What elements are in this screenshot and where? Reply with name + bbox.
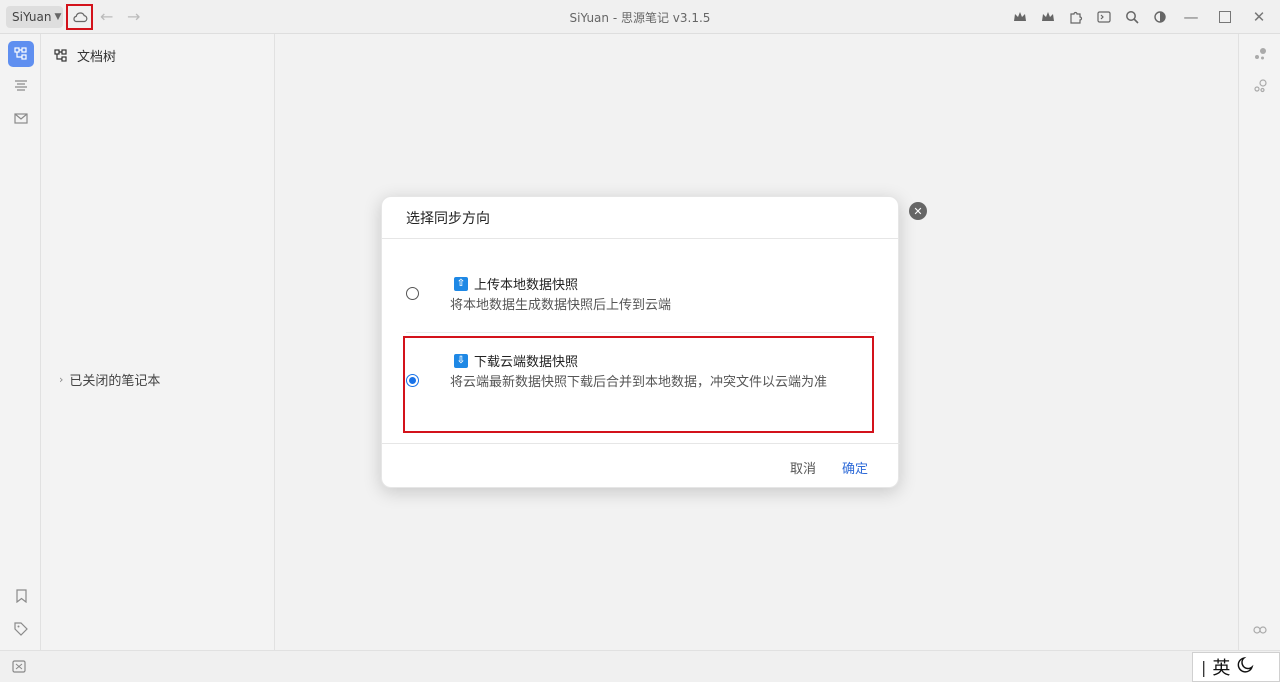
ime-indicator[interactable]: | 英 [1192, 652, 1280, 682]
option-download-label: 下载云端数据快照 [474, 355, 579, 370]
dialog-title: 选择同步方向 [382, 197, 898, 239]
ime-cursor-icon: | [1201, 657, 1207, 677]
terminal-icon[interactable] [1094, 7, 1114, 27]
title-bar: SiYuan ▼ ← → SiYuan - 思源笔记 v3.1.5 — ✕ [0, 0, 1280, 34]
bookmark-icon[interactable] [8, 583, 34, 609]
tree-header-label: 文档树 [77, 50, 117, 65]
link-icon[interactable] [1248, 618, 1272, 642]
contrast-icon[interactable] [1150, 7, 1170, 27]
panel-toggle-icon[interactable] [12, 660, 26, 677]
option-download-desc: 将云端最新数据快照下载后合并到本地数据，冲突文件以云端为准 [450, 375, 828, 390]
chevron-right-icon: › [59, 373, 64, 386]
radio-upload[interactable] [406, 287, 419, 300]
file-tree-icon [54, 48, 67, 62]
moon-icon [1236, 656, 1254, 679]
option-upload-desc: 将本地数据生成数据快照后上传到云端 [450, 298, 672, 313]
global-graph-icon[interactable] [1248, 74, 1272, 98]
dialog-close-icon[interactable]: ✕ [909, 202, 927, 220]
crown-icon[interactable] [1038, 7, 1058, 27]
inbox-icon[interactable] [8, 105, 34, 131]
closed-notebooks[interactable]: › 已关闭的笔记本 [59, 370, 160, 389]
minimize-icon[interactable]: — [1178, 7, 1204, 27]
ime-language: 英 [1212, 658, 1231, 679]
cancel-button[interactable]: 取消 [790, 458, 816, 477]
closed-notebooks-label: 已关闭的笔记本 [69, 374, 161, 389]
status-bar: | 英 [0, 650, 1280, 682]
graph-icon[interactable] [1248, 42, 1272, 66]
search-icon[interactable] [1122, 7, 1142, 27]
close-icon[interactable]: ✕ [1246, 7, 1272, 27]
file-tree-panel: 文档树 › 已关闭的笔记本 [41, 34, 275, 650]
confirm-button[interactable]: 确定 [842, 458, 868, 477]
puzzle-icon[interactable] [1066, 7, 1086, 27]
outline-icon[interactable] [8, 73, 34, 99]
option-upload-label: 上传本地数据快照 [474, 278, 579, 293]
download-icon: ⇩ [454, 353, 468, 368]
maximize-icon[interactable] [1212, 7, 1238, 27]
file-tree-icon[interactable] [8, 41, 34, 67]
dialog-footer: 取消 确定 [382, 443, 900, 489]
sync-direction-dialog: 选择同步方向 ⇧ 上传本地数据快照 将本地数据生成数据快照后上传到云端 ⇩ 下载… [381, 196, 900, 489]
tag-icon[interactable] [8, 616, 34, 642]
left-dock [0, 34, 41, 650]
crown-icon[interactable] [1010, 7, 1030, 27]
right-dock [1238, 34, 1280, 650]
upload-icon: ⇧ [454, 276, 468, 291]
radio-download[interactable] [406, 374, 419, 387]
tree-header: 文档树 [53, 46, 116, 65]
divider [406, 332, 876, 333]
